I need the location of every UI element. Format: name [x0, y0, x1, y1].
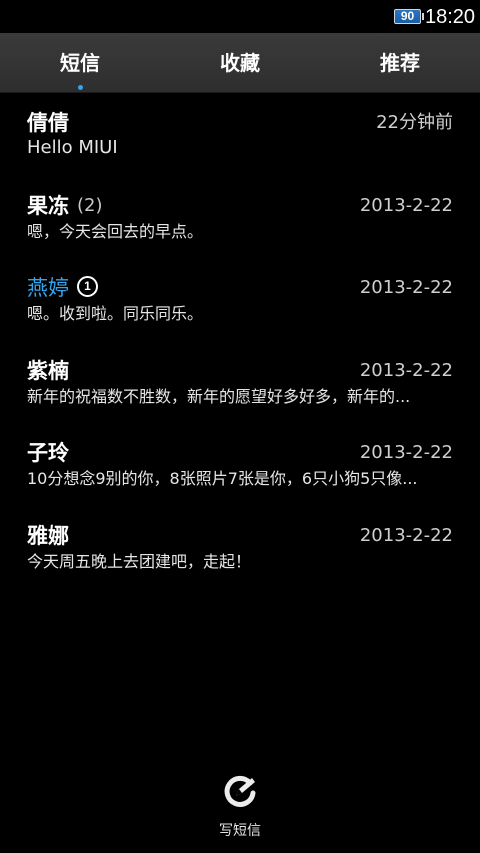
message-preview: 嗯，今天会回去的早点。: [27, 221, 204, 241]
contact-name: 雅娜: [27, 523, 69, 548]
tab-bar: 短信 收藏 推荐: [0, 33, 480, 93]
conversation-list: 倩倩 22分钟前 Hello MIUI 果冻 (2) 2013-2-22 嗯，今…: [0, 93, 480, 588]
conversation-row[interactable]: 燕婷 1 2013-2-22 嗯。收到啦。同乐同乐。: [0, 258, 480, 341]
contact-name: 紫楠: [27, 358, 69, 383]
tab-sms[interactable]: 短信: [0, 33, 160, 93]
message-time: 2013-2-22: [359, 524, 453, 546]
conversation-row[interactable]: 倩倩 22分钟前 Hello MIUI: [0, 93, 480, 176]
contact-name: 子玲: [27, 441, 69, 465]
contact-name: 果冻: [27, 193, 69, 218]
message-count: (2): [77, 194, 103, 216]
contact-name: 燕婷: [27, 276, 69, 300]
contact-name: 倩倩: [27, 111, 69, 135]
status-clock: 18:20: [425, 6, 476, 28]
compose-button[interactable]: 写短信: [200, 770, 280, 845]
message-time: 2013-2-22: [359, 277, 453, 298]
battery-level: 90: [400, 9, 415, 23]
message-time: 2013-2-22: [359, 194, 453, 216]
status-bar: 90 18:20: [0, 0, 480, 33]
tab-favorites[interactable]: 收藏: [160, 33, 320, 93]
conversation-row[interactable]: 雅娜 2013-2-22 今天周五晚上去团建吧，走起！: [0, 506, 480, 589]
message-time: 22分钟前: [376, 112, 453, 133]
message-time: 2013-2-22: [359, 442, 453, 463]
compose-label: 写短信: [219, 823, 261, 839]
message-preview: Hello MIUI: [27, 137, 118, 158]
message-preview: 10分想念9别的你，8张照片7张是你，6只小狗5只像...: [27, 469, 418, 488]
message-time: 2013-2-22: [359, 359, 453, 381]
message-preview: 今天周五晚上去团建吧，走起！: [27, 551, 252, 571]
message-preview: 新年的祝福数不胜数，新年的愿望好多好多，新年的...: [27, 386, 411, 406]
active-tab-indicator: [78, 85, 83, 90]
conversation-row[interactable]: 子玲 2013-2-22 10分想念9别的你，8张照片7张是你，6只小狗5只像.…: [0, 423, 480, 506]
tab-recommended[interactable]: 推荐: [320, 33, 480, 93]
compose-icon: [224, 775, 256, 807]
battery-icon: 90: [394, 9, 424, 24]
message-preview: 嗯。收到啦。同乐同乐。: [27, 304, 204, 323]
unread-badge: 1: [77, 276, 98, 297]
conversation-row[interactable]: 紫楠 2013-2-22 新年的祝福数不胜数，新年的愿望好多好多，新年的...: [0, 341, 480, 424]
conversation-row[interactable]: 果冻 (2) 2013-2-22 嗯，今天会回去的早点。: [0, 176, 480, 259]
